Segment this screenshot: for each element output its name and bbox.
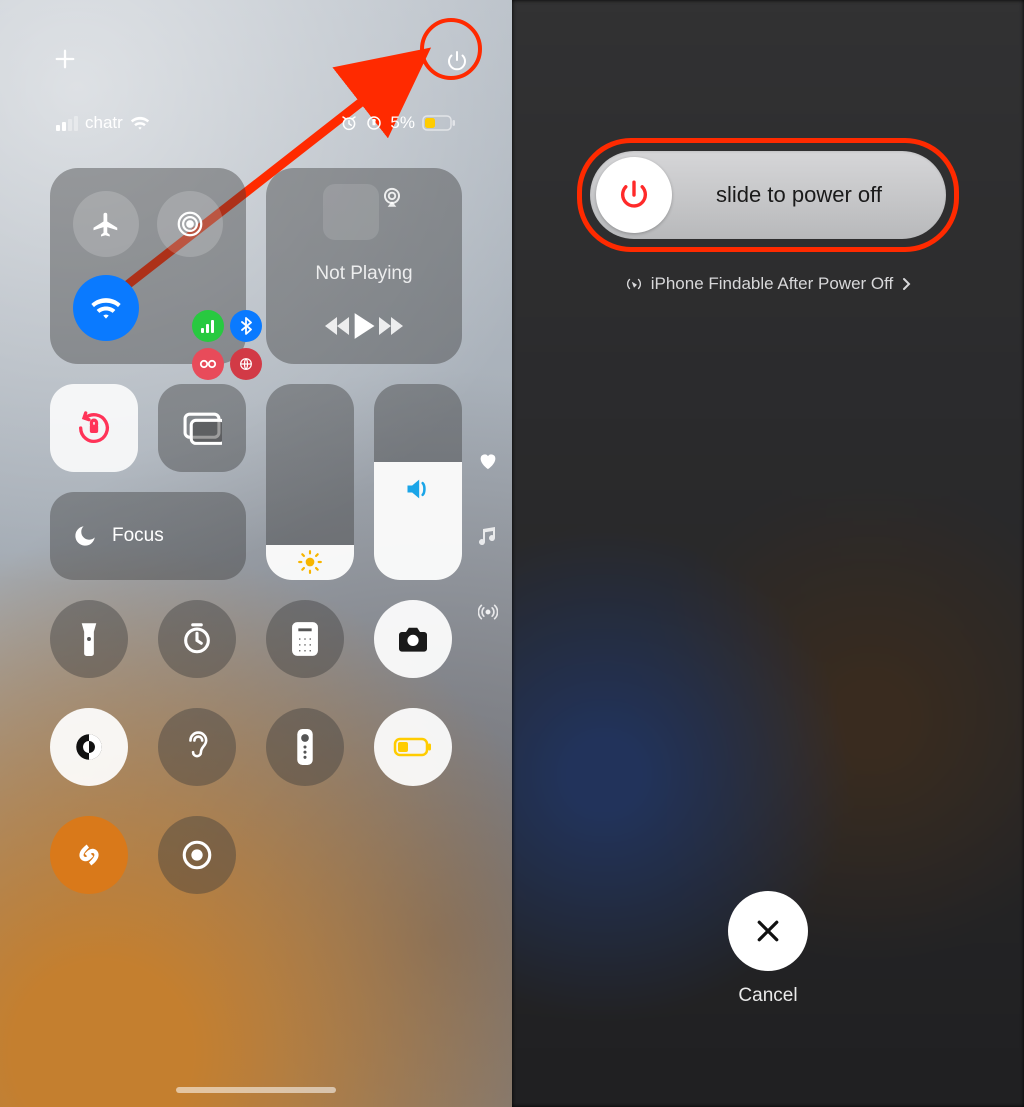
- volume-slider[interactable]: [374, 384, 462, 580]
- screen-record-button[interactable]: [158, 816, 236, 894]
- control-center-screen: chatr 5%: [0, 0, 512, 1107]
- power-button[interactable]: [444, 48, 470, 74]
- shazam-button[interactable]: [50, 816, 128, 894]
- control-center-grid: Not Playing Focus: [50, 168, 462, 904]
- low-power-mode-toggle[interactable]: [374, 708, 452, 786]
- cellular-signal-icon: [56, 116, 78, 131]
- focus-button[interactable]: Focus: [50, 492, 246, 580]
- battery-icon: [422, 115, 456, 131]
- status-bar: chatr 5%: [0, 108, 512, 138]
- power-off-slider[interactable]: slide to power off: [590, 151, 946, 239]
- findable-label: iPhone Findable After Power Off: [651, 274, 894, 294]
- timer-button[interactable]: [158, 600, 236, 678]
- airplay-icon[interactable]: [379, 184, 405, 210]
- wifi-toggle[interactable]: [73, 275, 139, 341]
- cancel-button[interactable]: [728, 891, 808, 971]
- now-playing-title: Not Playing: [315, 263, 412, 285]
- brightness-slider[interactable]: [266, 384, 354, 580]
- dark-mode-toggle[interactable]: [50, 708, 128, 786]
- airplane-mode-toggle[interactable]: [73, 191, 139, 257]
- vpn-toggle[interactable]: [230, 348, 262, 380]
- chevron-right-icon: [901, 277, 911, 291]
- focus-label: Focus: [112, 525, 164, 547]
- findable-link[interactable]: iPhone Findable After Power Off: [625, 274, 912, 294]
- moon-icon: [72, 523, 98, 549]
- annotation-rounded-box: slide to power off: [577, 138, 959, 252]
- remote-button[interactable]: [266, 708, 344, 786]
- cellular-data-toggle[interactable]: [192, 310, 224, 342]
- power-off-label: slide to power off: [672, 182, 946, 208]
- add-control-button[interactable]: [54, 48, 76, 74]
- forward-button[interactable]: [376, 315, 404, 337]
- airdrop-toggle[interactable]: [157, 191, 223, 257]
- rewind-button[interactable]: [324, 315, 352, 337]
- music-icon: [479, 526, 497, 546]
- album-art-placeholder: [323, 184, 379, 240]
- volume-icon: [404, 476, 432, 502]
- favorite-icon: [478, 452, 498, 470]
- wifi-icon: [130, 115, 150, 131]
- orientation-lock-toggle[interactable]: [50, 384, 138, 472]
- power-icon: [617, 178, 651, 212]
- screen-mirroring-button[interactable]: [158, 384, 246, 472]
- play-button[interactable]: [352, 312, 376, 340]
- close-icon: [753, 916, 783, 946]
- cancel-label: Cancel: [738, 985, 797, 1007]
- power-off-screen: slide to power off iPhone Findable After…: [512, 0, 1024, 1107]
- camera-button[interactable]: [374, 600, 452, 678]
- bluetooth-toggle[interactable]: [230, 310, 262, 342]
- orientation-lock-status-icon: [365, 114, 383, 132]
- media-controls-group[interactable]: Not Playing: [266, 168, 462, 364]
- alarm-icon: [340, 114, 358, 132]
- brightness-icon: [297, 549, 323, 575]
- control-center-top-row: [0, 10, 512, 74]
- home-indicator[interactable]: [176, 1087, 336, 1093]
- battery-percent: 5%: [390, 113, 415, 133]
- context-icons-column: [478, 452, 498, 622]
- hotspot-toggle[interactable]: [192, 348, 224, 380]
- carrier-label: chatr: [85, 113, 123, 133]
- power-off-knob[interactable]: [596, 157, 672, 233]
- connectivity-group[interactable]: [50, 168, 246, 364]
- broadcast-icon: [478, 602, 498, 622]
- calculator-button[interactable]: [266, 600, 344, 678]
- flashlight-button[interactable]: [50, 600, 128, 678]
- hearing-button[interactable]: [158, 708, 236, 786]
- find-my-icon: [625, 275, 643, 293]
